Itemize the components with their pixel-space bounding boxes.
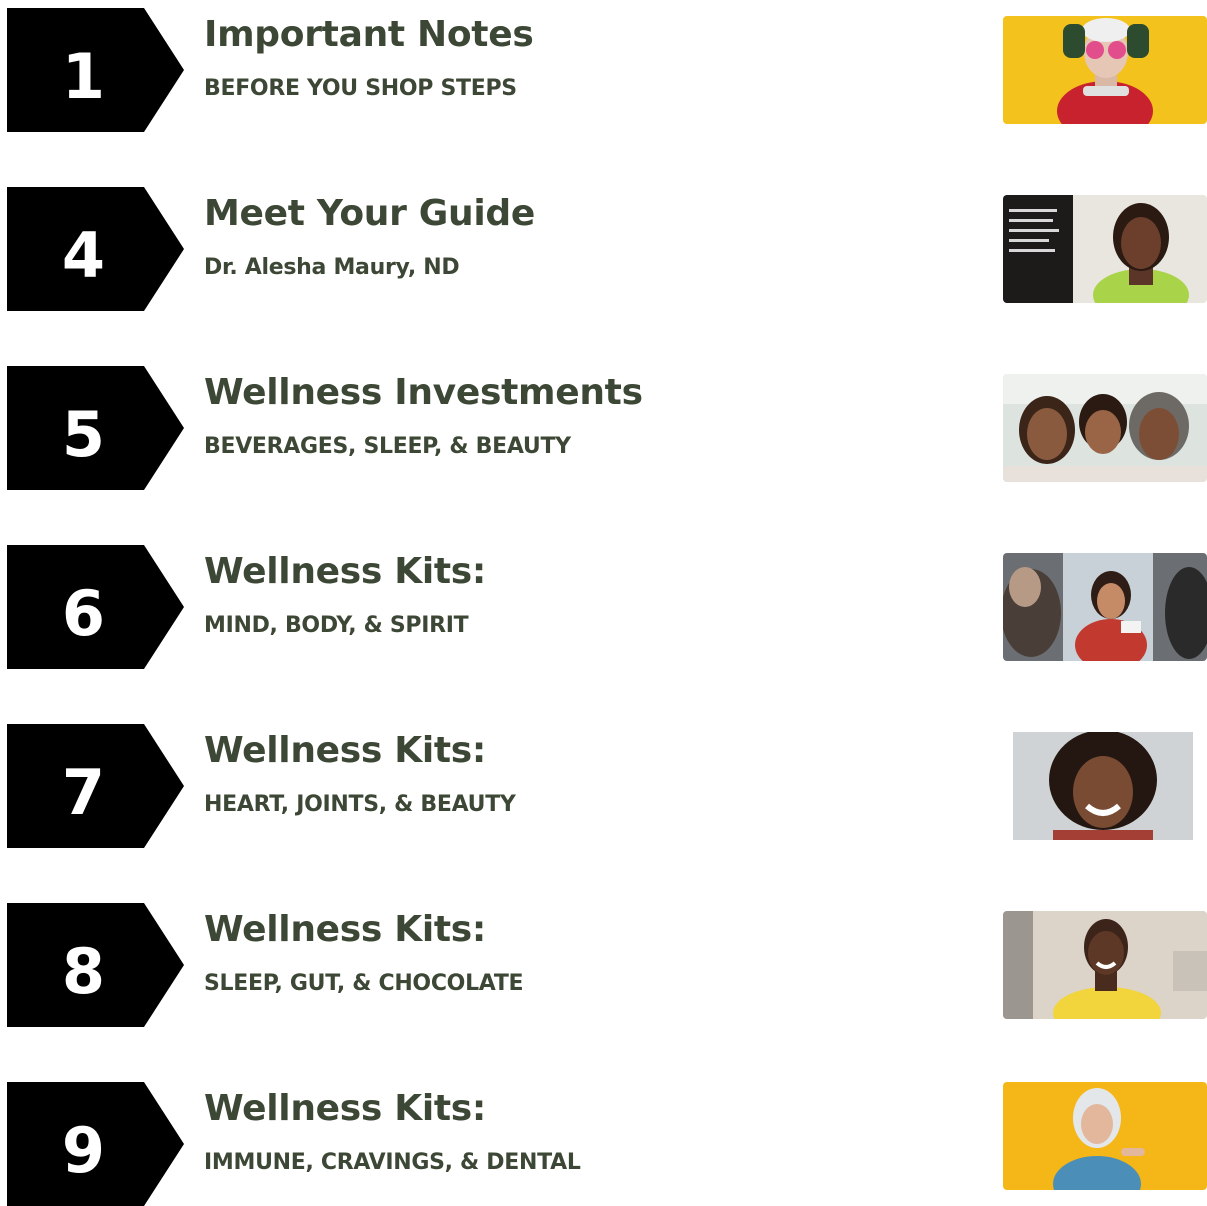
entry-subtitle: BEFORE YOU SHOP STEPS xyxy=(204,76,517,101)
page-number: 8 xyxy=(61,934,106,1008)
page-number: 7 xyxy=(61,755,106,829)
entry-title[interactable]: Important Notes xyxy=(204,13,534,57)
toc-entry-8[interactable]: 8 Wellness Kits: SLEEP, GUT, & CHOCOLATE xyxy=(0,903,1207,1027)
page-number: 5 xyxy=(61,397,106,471)
group-conversation-photo xyxy=(1003,553,1207,661)
toc-entry-7[interactable]: 7 Wellness Kits: HEART, JOINTS, & BEAUTY xyxy=(0,724,1207,848)
page-number: 1 xyxy=(61,39,106,113)
page-number-badge: 1 xyxy=(7,8,184,132)
page-number: 9 xyxy=(61,1113,106,1187)
entry-title[interactable]: Wellness Investments xyxy=(204,371,643,415)
page-number-badge: 8 xyxy=(7,903,184,1027)
entry-title[interactable]: Wellness Kits: xyxy=(204,729,486,773)
smiling-woman-yellow-top-photo xyxy=(1003,911,1207,1019)
entry-subtitle: IMMUNE, CRAVINGS, & DENTAL xyxy=(204,1150,581,1175)
woman-in-sunglasses-yellow-photo xyxy=(1003,16,1207,124)
entry-subtitle: BEVERAGES, SLEEP, & BEAUTY xyxy=(204,434,571,459)
toc-entry-6[interactable]: 6 Wellness Kits: MIND, BODY, & SPIRIT xyxy=(0,545,1207,669)
page-number-badge: 7 xyxy=(7,724,184,848)
smiling-woman-curly-hair-photo xyxy=(1013,732,1193,840)
entry-title[interactable]: Meet Your Guide xyxy=(204,192,535,236)
entry-title[interactable]: Wellness Kits: xyxy=(204,1087,486,1131)
entry-subtitle: SLEEP, GUT, & CHOCOLATE xyxy=(204,971,524,996)
page-number: 6 xyxy=(61,576,106,650)
page-number-badge: 5 xyxy=(7,366,184,490)
toc-entry-9[interactable]: 9 Wellness Kits: IMMUNE, CRAVINGS, & DEN… xyxy=(0,1082,1207,1206)
three-generations-photo xyxy=(1003,374,1207,482)
toc-entry-5[interactable]: 5 Wellness Investments BEVERAGES, SLEEP,… xyxy=(0,366,1207,490)
woman-pointing-yellow-photo xyxy=(1003,1082,1207,1190)
entry-subtitle: Dr. Alesha Maury, ND xyxy=(204,255,460,280)
entry-title[interactable]: Wellness Kits: xyxy=(204,550,486,594)
page-number-badge: 6 xyxy=(7,545,184,669)
toc-entry-1[interactable]: 1 Important Notes BEFORE YOU SHOP STEPS xyxy=(0,8,1207,132)
guide-portrait-photo xyxy=(1003,195,1207,303)
entry-subtitle: MIND, BODY, & SPIRIT xyxy=(204,613,469,638)
entry-subtitle: HEART, JOINTS, & BEAUTY xyxy=(204,792,516,817)
page-number-badge: 4 xyxy=(7,187,184,311)
page-number: 4 xyxy=(61,218,106,292)
toc-entry-4[interactable]: 4 Meet Your Guide Dr. Alesha Maury, ND xyxy=(0,187,1207,311)
entry-title[interactable]: Wellness Kits: xyxy=(204,908,486,952)
page-number-badge: 9 xyxy=(7,1082,184,1206)
